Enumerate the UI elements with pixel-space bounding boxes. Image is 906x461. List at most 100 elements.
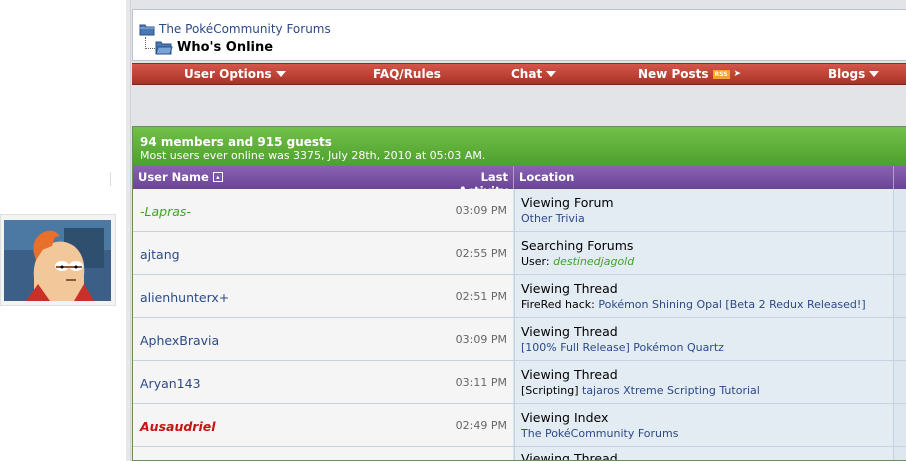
nav-label: New Posts bbox=[638, 67, 709, 81]
last-activity-time: 03:11 PM bbox=[455, 376, 507, 389]
online-summary-header: 94 members and 915 guests Most users eve… bbox=[133, 127, 906, 166]
location-link[interactable]: destinedjagold bbox=[553, 255, 634, 268]
table-row: AphexBravia 03:09 PM Viewing Thread [100… bbox=[133, 318, 906, 361]
extra-cell bbox=[893, 318, 906, 360]
location-cell: Viewing Index The PokéCommunity Forums bbox=[514, 404, 894, 446]
username-link[interactable]: Ausaudriel bbox=[140, 419, 216, 434]
location-prefix: [Scripting] bbox=[521, 384, 582, 397]
column-location[interactable]: Location bbox=[519, 170, 574, 184]
location-link[interactable]: [100% Full Release] Pokémon Quartz bbox=[521, 341, 724, 354]
chevron-down-icon bbox=[869, 71, 880, 77]
user-cell bbox=[133, 447, 513, 460]
page-title: Who's Online bbox=[177, 39, 274, 55]
user-cell: AphexBravia 03:09 PM bbox=[133, 318, 513, 360]
table-row: Viewing Thread bbox=[133, 447, 906, 461]
location-link[interactable]: tajaros Xtreme Scripting Tutorial bbox=[582, 384, 760, 397]
user-cell: Ausaudriel 02:49 PM bbox=[133, 404, 513, 446]
cursor-icon: ➤ bbox=[733, 69, 742, 79]
location-detail: User: destinedjagold bbox=[521, 255, 634, 268]
location-cell: Viewing Forum Other Trivia bbox=[514, 189, 894, 231]
rss-icon[interactable]: RSS bbox=[712, 69, 730, 79]
tree-connector bbox=[145, 37, 155, 49]
avatar[interactable] bbox=[0, 214, 116, 306]
online-count: 94 members and 915 guests bbox=[140, 135, 332, 149]
location-detail: FireRed hack: Pokémon Shining Opal [Beta… bbox=[521, 298, 866, 311]
chevron-down-icon bbox=[546, 71, 557, 77]
table-row: alienhunterx+ 02:51 PM Viewing Thread Fi… bbox=[133, 275, 906, 318]
folder-icon bbox=[139, 24, 155, 36]
divider bbox=[513, 166, 514, 189]
column-headers: User Name ▴ Last Activity Location bbox=[133, 166, 906, 198]
left-margin bbox=[0, 0, 126, 461]
last-activity-time: 02:51 PM bbox=[455, 290, 507, 303]
table-row: Ausaudriel 02:49 PM Viewing Index The Po… bbox=[133, 404, 906, 447]
location-link[interactable]: Pokémon Shining Opal [Beta 2 Redux Relea… bbox=[598, 298, 865, 311]
column-user-name[interactable]: User Name ▴ bbox=[138, 170, 223, 184]
username-link[interactable]: ajtang bbox=[140, 247, 180, 262]
sort-icon[interactable]: ▴ bbox=[212, 172, 223, 182]
location-prefix: User: bbox=[521, 255, 554, 268]
extra-cell bbox=[893, 361, 906, 403]
online-record: Most users ever online was 3375, July 28… bbox=[140, 149, 486, 162]
nav-label: Chat bbox=[511, 67, 543, 81]
nav-new-posts[interactable]: New Posts RSS ➤ bbox=[638, 64, 741, 84]
table-row: Aryan143 03:11 PM Viewing Thread [Script… bbox=[133, 361, 906, 404]
forum-home-link[interactable]: The PokéCommunity Forums bbox=[159, 22, 331, 36]
folder-open-icon bbox=[155, 41, 173, 55]
extra-cell bbox=[893, 275, 906, 317]
nav-user-options[interactable]: User Options bbox=[184, 64, 286, 84]
user-cell: ajtang 02:55 PM bbox=[133, 232, 513, 274]
location-action: Viewing Index bbox=[521, 410, 609, 425]
online-rows: -Lapras- 03:09 PM Viewing Forum Other Tr… bbox=[133, 189, 906, 461]
location-prefix: FireRed hack: bbox=[521, 298, 599, 311]
last-activity-time: 03:09 PM bbox=[455, 204, 507, 217]
username-link[interactable]: -Lapras- bbox=[140, 204, 191, 219]
last-activity-time: 03:09 PM bbox=[455, 333, 507, 346]
last-activity-time: 02:49 PM bbox=[455, 419, 507, 432]
nav-faq-rules[interactable]: FAQ/Rules bbox=[373, 64, 441, 84]
location-link[interactable]: Other Trivia bbox=[521, 212, 585, 225]
nav-label: Blogs bbox=[828, 67, 866, 81]
location-action: Viewing Thread bbox=[521, 367, 618, 382]
location-action: Viewing Thread bbox=[521, 324, 618, 339]
divider bbox=[110, 172, 111, 186]
nav-blogs[interactable]: Blogs bbox=[828, 64, 880, 84]
location-detail: [100% Full Release] Pokémon Quartz bbox=[521, 341, 724, 354]
avatar-image bbox=[4, 220, 111, 301]
table-row: ajtang 02:55 PM Searching Forums User: d… bbox=[133, 232, 906, 275]
location-action: Viewing Thread bbox=[521, 281, 618, 296]
username-link[interactable]: AphexBravia bbox=[140, 333, 219, 348]
username-link[interactable]: Aryan143 bbox=[140, 376, 201, 391]
location-link[interactable]: The PokéCommunity Forums bbox=[521, 427, 678, 440]
location-cell: Viewing Thread [Scripting] tajaros Xtrem… bbox=[514, 361, 894, 403]
user-cell: -Lapras- 03:09 PM bbox=[133, 189, 513, 231]
chevron-down-icon bbox=[275, 71, 286, 77]
location-action: Searching Forums bbox=[521, 238, 634, 253]
location-cell: Searching Forums User: destinedjagold bbox=[514, 232, 894, 274]
divider bbox=[893, 166, 894, 189]
location-detail: The PokéCommunity Forums bbox=[521, 427, 678, 440]
user-cell: alienhunterx+ 02:51 PM bbox=[133, 275, 513, 317]
nav-label: FAQ/Rules bbox=[373, 67, 441, 81]
location-detail: [Scripting] tajaros Xtreme Scripting Tut… bbox=[521, 384, 760, 397]
extra-cell bbox=[893, 232, 906, 274]
location-cell: Viewing Thread bbox=[514, 447, 894, 461]
location-action: Viewing Thread bbox=[521, 451, 618, 461]
location-cell: Viewing Thread FireRed hack: Pokémon Shi… bbox=[514, 275, 894, 317]
breadcrumb-parent: The PokéCommunity Forums bbox=[139, 21, 331, 37]
breadcrumb: The PokéCommunity Forums Who's Online bbox=[132, 9, 906, 61]
extra-cell bbox=[893, 447, 906, 460]
whos-online-table: 94 members and 915 guests Most users eve… bbox=[132, 126, 906, 461]
location-cell: Viewing Thread [100% Full Release] Pokém… bbox=[514, 318, 894, 360]
user-cell: Aryan143 03:11 PM bbox=[133, 361, 513, 403]
nav-chat[interactable]: Chat bbox=[511, 64, 557, 84]
breadcrumb-current: Who's Online bbox=[139, 37, 274, 56]
nav-label: User Options bbox=[184, 67, 272, 81]
column-label: User Name bbox=[138, 170, 209, 184]
location-detail: Other Trivia bbox=[521, 212, 585, 225]
last-activity-time: 02:55 PM bbox=[455, 247, 507, 260]
extra-cell bbox=[893, 404, 906, 446]
navbar: User Options FAQ/Rules Chat New Posts RS… bbox=[132, 63, 906, 85]
username-link[interactable]: alienhunterx+ bbox=[140, 290, 229, 305]
location-action: Viewing Forum bbox=[521, 195, 614, 210]
